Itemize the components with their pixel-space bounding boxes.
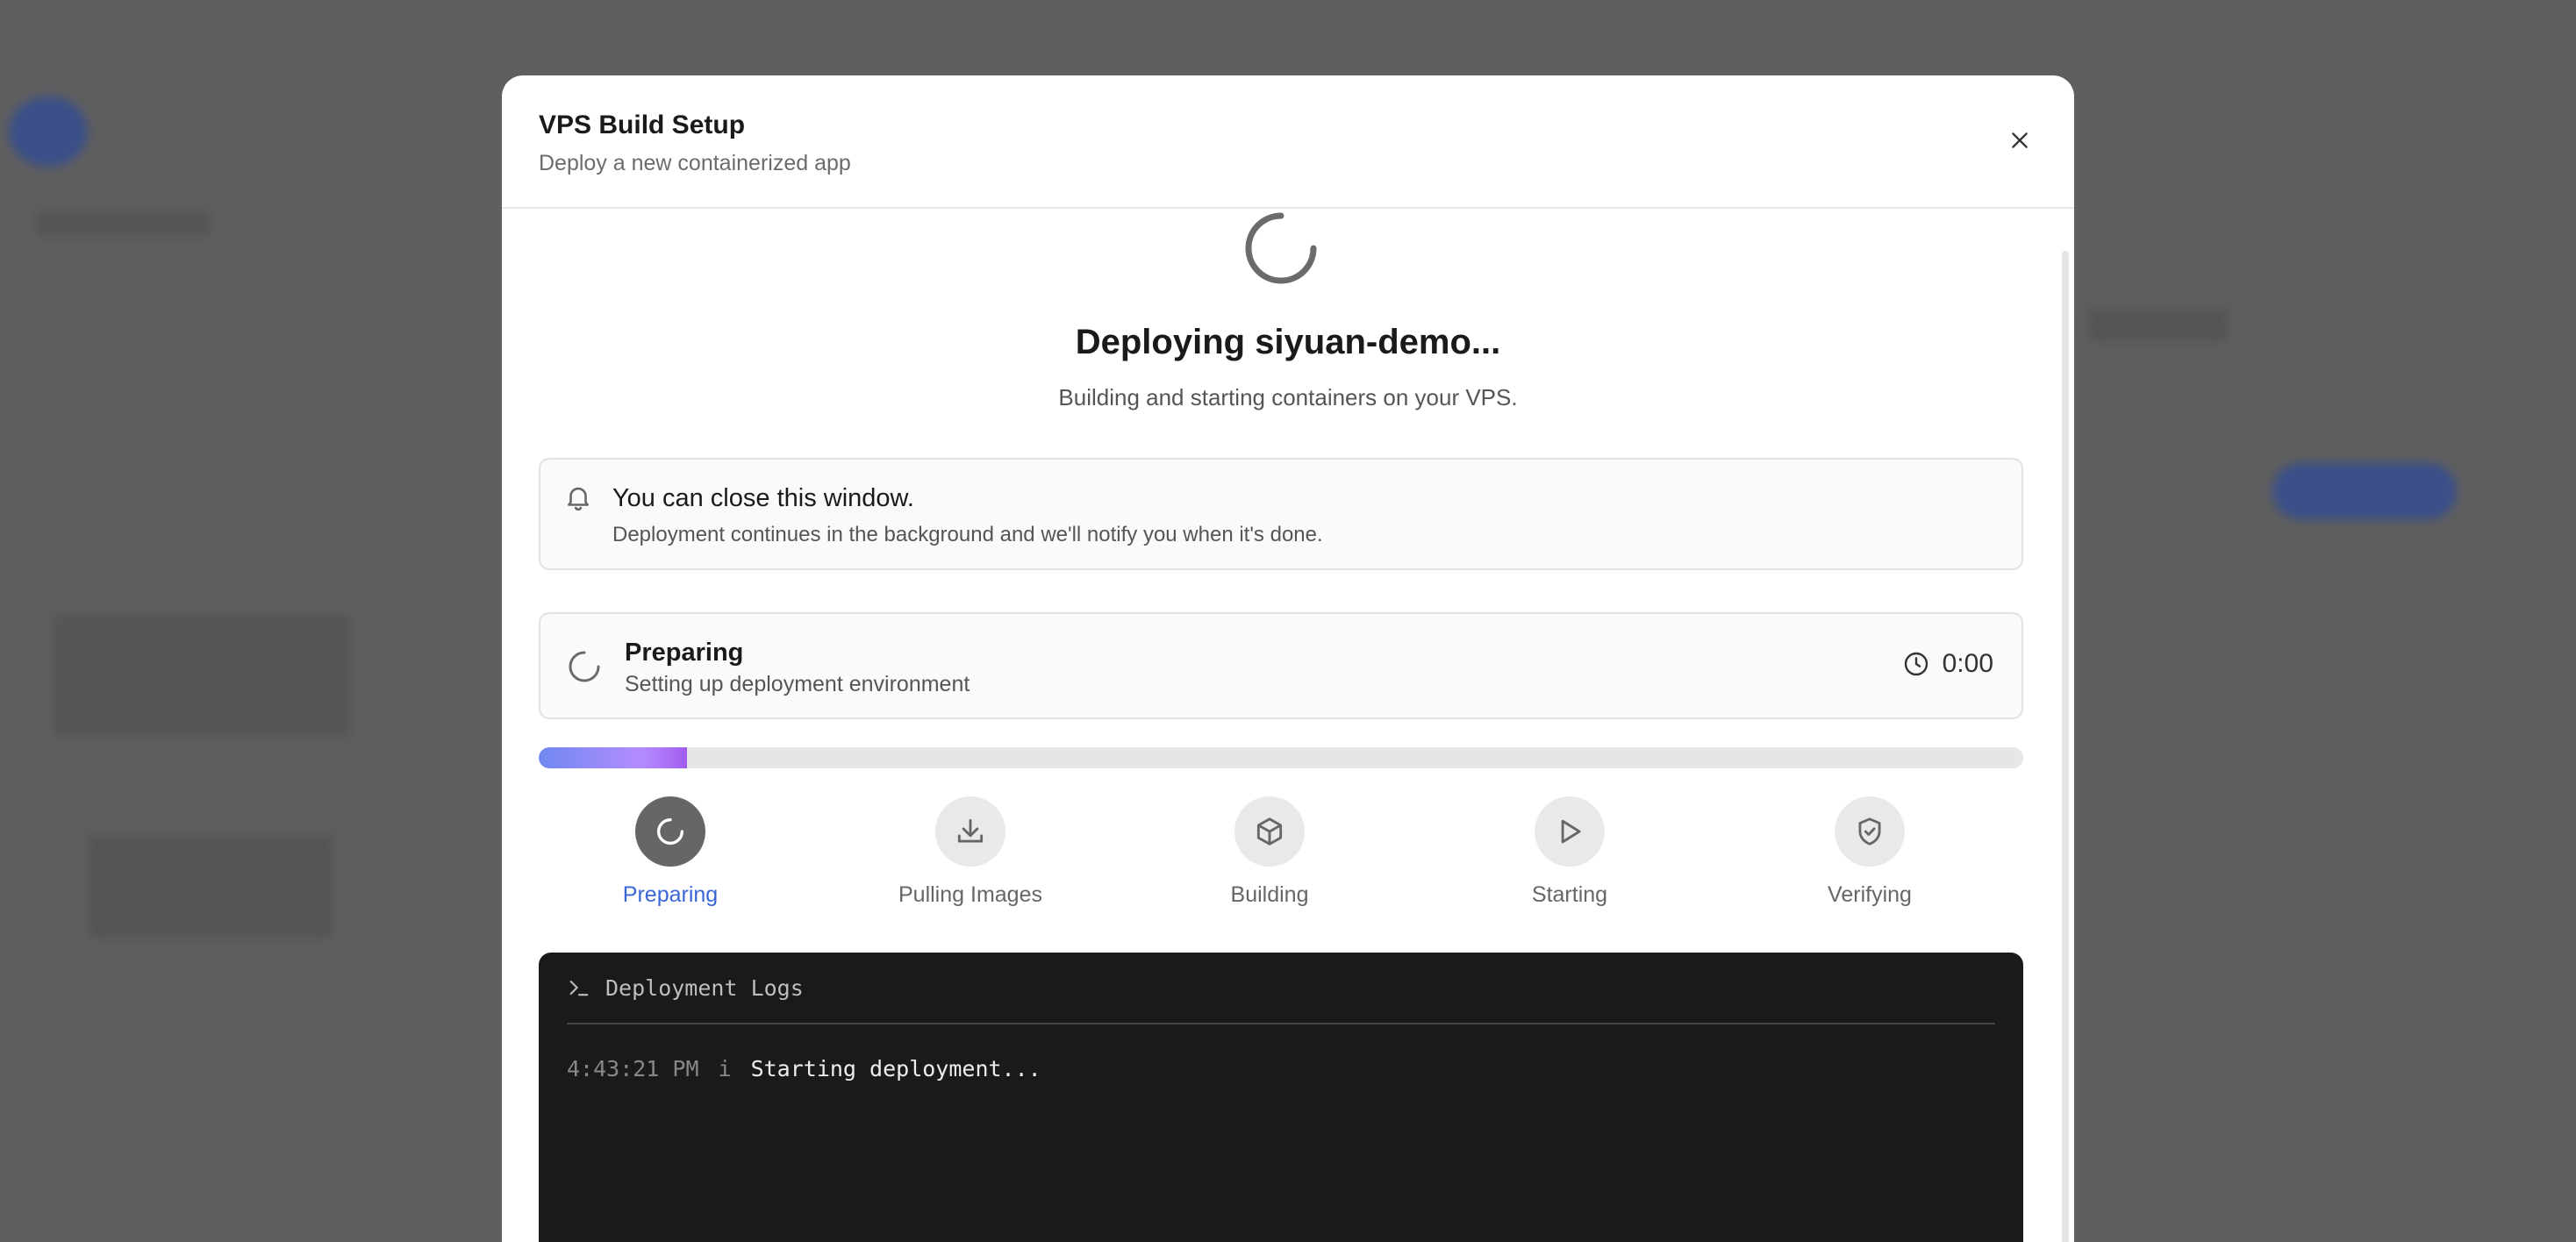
loading-spinner-icon	[1245, 212, 1317, 284]
step-pulling-images: Pulling Images	[839, 796, 1102, 908]
background-button	[2272, 463, 2457, 519]
progress-bar	[539, 747, 2023, 768]
refresh-icon	[657, 818, 683, 845]
step-preparing: Preparing	[539, 796, 802, 908]
step-verifying: Verifying	[1738, 796, 2001, 908]
log-timestamp: 4:43:21 PM	[567, 1056, 699, 1081]
log-message: Starting deployment...	[750, 1056, 1041, 1081]
modal-title: VPS Build Setup	[539, 111, 746, 139]
deploy-title: Deploying siyuan-demo...	[1075, 323, 1501, 361]
logs-header: Deployment Logs	[567, 953, 1995, 1024]
step-label: Verifying	[1828, 882, 1912, 907]
deploy-subtitle: Building and starting containers on your…	[1058, 384, 1518, 410]
close-icon	[2012, 132, 2028, 148]
step-circle	[1835, 796, 1905, 867]
background-block	[35, 211, 211, 237]
background-block	[2088, 307, 2229, 342]
step-label: Preparing	[622, 882, 719, 907]
current-step-title: Preparing	[625, 639, 744, 667]
step-circle	[635, 796, 705, 867]
step-building: Building	[1138, 796, 1401, 908]
notice-title: You can close this window.	[612, 484, 914, 512]
background-logo	[9, 96, 88, 167]
background-notice: You can close this window. Deployment co…	[539, 458, 2023, 570]
step-label: Pulling Images	[898, 882, 1042, 907]
step-circle	[1535, 796, 1605, 867]
step-starting: Starting	[1438, 796, 1701, 908]
step-circle	[1234, 796, 1305, 867]
loading-spinner-icon	[569, 651, 600, 682]
step-label: Starting	[1531, 882, 1608, 907]
elapsed-time: 0:00	[1942, 649, 1993, 678]
play-icon	[1561, 819, 1581, 844]
clock-icon	[1904, 652, 1928, 676]
vps-build-modal: VPS Build Setup Deploy a new containeriz…	[502, 75, 2074, 1242]
download-icon	[957, 818, 984, 843]
modal-subtitle: Deploy a new containerized app	[539, 151, 851, 175]
progress-fill	[539, 747, 688, 768]
background-block	[53, 614, 351, 737]
deployment-steps: Preparing Pulling Images Building Starti…	[539, 796, 2023, 919]
current-step-description: Setting up deployment environment	[625, 672, 970, 696]
elapsed-timer: 0:00	[1902, 649, 1993, 679]
deployment-logs-panel[interactable]: Deployment Logs 4:43:21 PM i Starting de…	[539, 953, 2023, 1242]
close-button[interactable]	[2004, 125, 2036, 156]
log-entry: 4:43:21 PM i Starting deployment...	[567, 1056, 1041, 1081]
notice-text: Deployment continues in the background a…	[612, 523, 1323, 546]
terminal-icon	[569, 980, 589, 996]
log-level: i	[718, 1056, 732, 1081]
package-icon	[1256, 817, 1283, 846]
modal-header: VPS Build Setup Deploy a new containeriz…	[502, 75, 2074, 209]
step-circle	[935, 796, 1005, 867]
logs-title: Deployment Logs	[605, 974, 804, 1001]
bell-icon	[568, 487, 589, 511]
current-step-card: Preparing Setting up deployment environm…	[539, 612, 2023, 719]
step-label: Building	[1230, 882, 1309, 907]
background-block	[88, 833, 333, 939]
shield-check-icon	[1858, 817, 1881, 846]
